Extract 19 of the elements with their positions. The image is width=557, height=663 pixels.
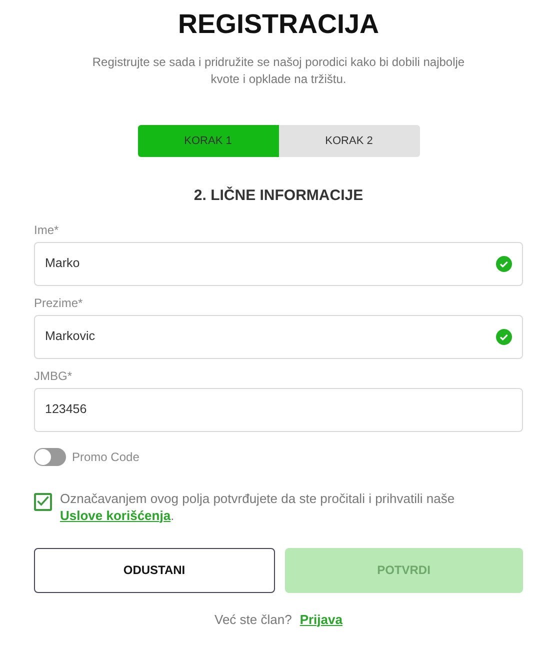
check-icon bbox=[496, 328, 512, 344]
input-field[interactable]: Markovic bbox=[34, 314, 523, 358]
input-field[interactable]: 123456 bbox=[34, 388, 523, 432]
check-icon bbox=[496, 256, 512, 272]
input-field[interactable]: Marko bbox=[34, 242, 523, 286]
checkbox[interactable] bbox=[34, 492, 52, 510]
step-tab[interactable]: KORAK 1 bbox=[138, 125, 278, 157]
cancel-button[interactable]: ODUSTANI bbox=[34, 548, 274, 592]
footer-text: Već ste član? bbox=[214, 610, 292, 628]
toggle-switch[interactable] bbox=[34, 448, 66, 466]
step-tab[interactable]: KORAK 2 bbox=[278, 125, 420, 157]
terms-text: Označavanjem ovog polja potvrđujete da ste pročitali i prihvatili naše Uslove korišćenja. bbox=[60, 490, 456, 524]
field-label: JMBG* bbox=[34, 368, 74, 384]
field-label: Ime* bbox=[34, 222, 60, 238]
subtitle: Registrujte se sada i pridružite se našoj porodici kako bi dobili najbolje kvote i opklade na tržištu. bbox=[91, 54, 466, 88]
field-label: Prezime* bbox=[34, 294, 84, 310]
section-title: 2. LIČNE INFORMACIJE bbox=[194, 186, 364, 206]
page-title: REGISTRACIJA bbox=[178, 8, 380, 40]
promo-label: Promo Code bbox=[72, 448, 140, 466]
